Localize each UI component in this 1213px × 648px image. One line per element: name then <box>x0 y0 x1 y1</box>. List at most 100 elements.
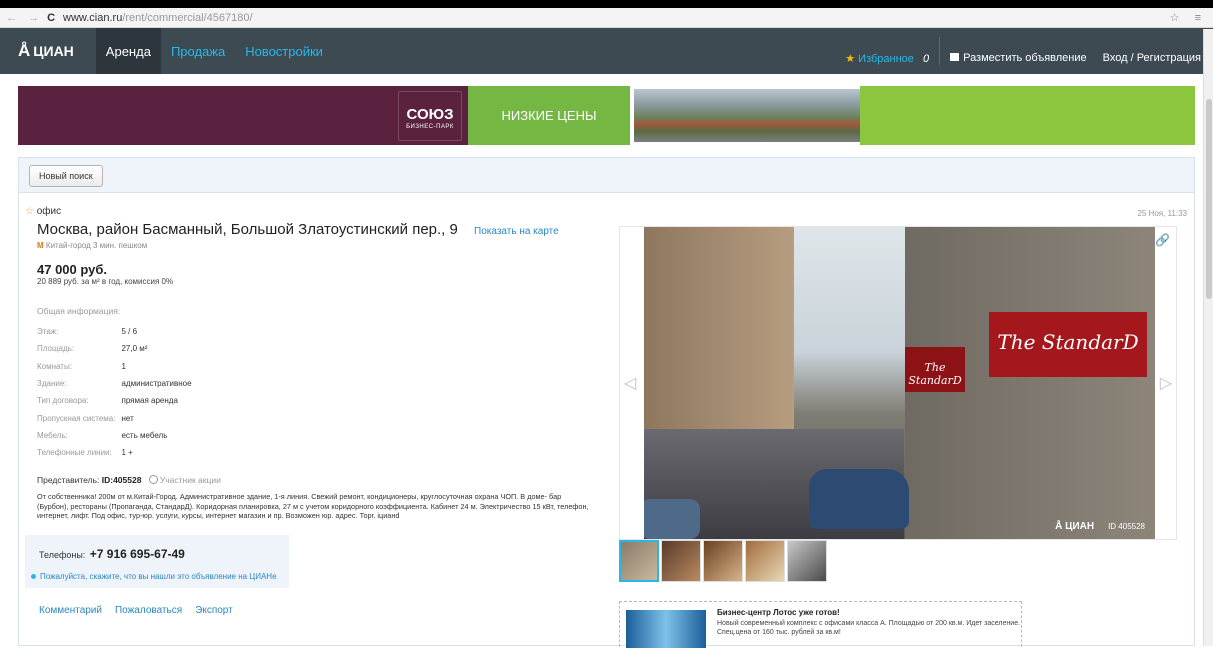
favorites-count: 0 <box>922 52 930 65</box>
complain-link[interactable]: Пожаловаться <box>115 605 182 616</box>
param-key: Здание: <box>37 379 67 389</box>
favorites-star-icon: ★ <box>845 52 856 65</box>
phone-number[interactable]: +7 916 695-67-49 <box>90 547 185 561</box>
forward-icon[interactable]: → <box>28 12 43 24</box>
banner-maroon-panel: СОЮЗ БИЗНЕС-ПАРК <box>18 86 468 145</box>
rep-label: Представитель: <box>37 475 100 486</box>
metro-text: Китай-город 3 мин. пешком <box>45 241 148 250</box>
site-header: Å ЦИАН Аренда Продажа Новостройки ★ Избр… <box>0 28 1213 74</box>
post-ad-icon <box>950 53 960 61</box>
cian-logo-mark: Å <box>18 41 31 60</box>
listing-price: 47 000 руб. <box>37 262 108 277</box>
photo-car-left <box>644 499 700 539</box>
comment-link[interactable]: Комментарий <box>39 605 102 616</box>
phone-note-text: Пожалуйста, скажите, что вы нашли это об… <box>40 572 277 581</box>
export-link[interactable]: Экспорт <box>195 605 233 616</box>
listing-date: 25 Ноя, 11:33 <box>1137 209 1187 218</box>
thumbnail[interactable] <box>787 540 827 582</box>
prev-photo-icon[interactable]: ◁ <box>624 373 636 393</box>
browser-toolbar: ← → C www.cian.ru/rent/commercial/456718… <box>0 8 1213 28</box>
photo-watermark: Å ЦИАН ID 405528 <box>1055 521 1145 532</box>
sidebar-ad[interactable]: Бизнес-центр Лотос уже готов! Новый совр… <box>619 601 1022 648</box>
param-row: Комнаты: 1 <box>37 358 198 375</box>
show-on-map-link[interactable]: Показать на карте <box>474 226 559 237</box>
param-value: прямая аренда <box>121 396 178 406</box>
param-row: Мебель: есть мебель <box>37 427 198 444</box>
phone-label: Телефоны: <box>39 550 86 560</box>
watermark-logo: Å ЦИАН <box>1055 521 1095 532</box>
tab-new-buildings[interactable]: Новостройки <box>235 28 333 74</box>
check-icon <box>148 475 158 485</box>
param-key: Комнаты: <box>37 361 72 371</box>
browser-nav: ← → <box>6 12 43 24</box>
post-ad-link[interactable]: Разместить объявление <box>950 52 1087 64</box>
param-key: Этаж: <box>37 327 59 337</box>
info-dot-icon <box>31 574 36 579</box>
promo-badge-label: Участник акции <box>159 475 221 486</box>
params-table: Этаж: 5 / 6 Площадь: 27,0 м² Комнаты: 1 Зда… <box>37 323 198 461</box>
page-scrollbar[interactable] <box>1203 29 1213 646</box>
tab-sale[interactable]: Продажа <box>161 28 235 74</box>
address-text: Москва, район Басманный, Большой Златоус… <box>37 221 458 238</box>
param-value: административное <box>121 379 192 389</box>
cian-logo[interactable]: Å ЦИАН <box>18 41 74 61</box>
ad-title: Бизнес-центр Лотос уже готов! <box>717 608 840 617</box>
url-path: /rent/commercial/4567180/ <box>122 11 253 24</box>
browser-menu-icon[interactable]: ≡ <box>1195 12 1207 24</box>
next-photo-icon[interactable]: ▷ <box>1160 373 1172 393</box>
reload-icon[interactable]: C <box>47 12 55 24</box>
info-heading: Общая информация: <box>37 306 121 316</box>
main-photo[interactable]: The StandarD The StandarD Å ЦИАН ID 40552… <box>644 227 1155 539</box>
post-ad-label: Разместить объявление <box>963 52 1087 64</box>
promo-badge[interactable]: Участник акции <box>148 475 221 486</box>
login-link[interactable]: Вход / Регистрация <box>1103 52 1201 64</box>
param-value: 5 / 6 <box>121 327 138 337</box>
param-row: Телефонные линии: 1 + <box>37 444 198 461</box>
param-row: Здание: административное <box>37 375 198 392</box>
tab-rent[interactable]: Аренда <box>95 28 161 74</box>
header-divider <box>939 37 941 65</box>
cian-logo-text: ЦИАН <box>33 43 74 59</box>
window-top-edge <box>0 0 1213 8</box>
param-key: Пропускная система: <box>37 413 116 423</box>
url-host: www.cian.ru <box>63 11 123 24</box>
scrollbar-thumb[interactable] <box>1206 99 1212 299</box>
listing-actions: Комментарий Пожаловаться Экспорт <box>39 605 233 616</box>
bookmark-star-icon[interactable]: ☆ <box>1170 12 1186 24</box>
phone-note: Пожалуйста, скажите, что вы нашли это об… <box>31 572 289 581</box>
favorite-star-icon[interactable]: ☆ <box>25 206 34 217</box>
param-value: нет <box>121 413 134 423</box>
listing-description: От собственника! 200м от м.Китай-Город. … <box>37 492 589 521</box>
photo-sign: The StandarD <box>989 312 1147 377</box>
param-row: Этаж: 5 / 6 <box>37 323 198 340</box>
header-right: ★ Избранное 0 Разместить объявление Вход… <box>845 37 1201 65</box>
param-value: 27,0 м² <box>121 344 148 354</box>
param-value: 1 <box>121 361 126 371</box>
watermark-id: ID 405528 <box>1108 522 1145 531</box>
back-icon[interactable]: ← <box>6 12 21 24</box>
address-bar[interactable]: www.cian.ru/rent/commercial/4567180/ <box>63 12 1170 24</box>
metro-icon: M <box>37 241 44 250</box>
favorites-link[interactable]: ★ Избранное 0 <box>845 52 929 65</box>
param-value: есть мебель <box>121 430 168 440</box>
param-key: Мебель: <box>37 430 68 440</box>
listing-address: Москва, район Басманный, Большой Златоус… <box>37 221 605 238</box>
new-search-button[interactable]: Новый поиск <box>29 165 103 187</box>
param-key: Тип договора: <box>37 396 89 406</box>
thumbnail[interactable] <box>619 540 659 582</box>
link-icon[interactable]: 🔗 <box>1155 233 1170 247</box>
param-row: Пропускная система: нет <box>37 409 198 426</box>
param-key: Телефонные линии: <box>37 448 112 458</box>
rep-id[interactable]: ID:405528 <box>102 475 142 485</box>
banner-slogan: НИЗКИЕ ЦЕНЫ <box>468 86 630 145</box>
listing-content: Новый поиск 25 Ноя, 11:33 ☆ офис Москва,… <box>18 157 1195 648</box>
soyuz-logo: СОЮЗ БИЗНЕС-ПАРК <box>398 90 462 141</box>
thumbnail[interactable] <box>703 540 743 582</box>
ad-image <box>626 610 706 648</box>
soyuz-logo-sub: БИЗНЕС-ПАРК <box>406 123 454 130</box>
search-bar: Новый поиск <box>19 158 1194 193</box>
ad-banner[interactable]: СОЮЗ БИЗНЕС-ПАРК НИЗКИЕ ЦЕНЫ <box>18 86 1195 145</box>
param-key: Площадь: <box>37 344 75 354</box>
thumbnail[interactable] <box>661 540 701 582</box>
thumbnail[interactable] <box>745 540 785 582</box>
